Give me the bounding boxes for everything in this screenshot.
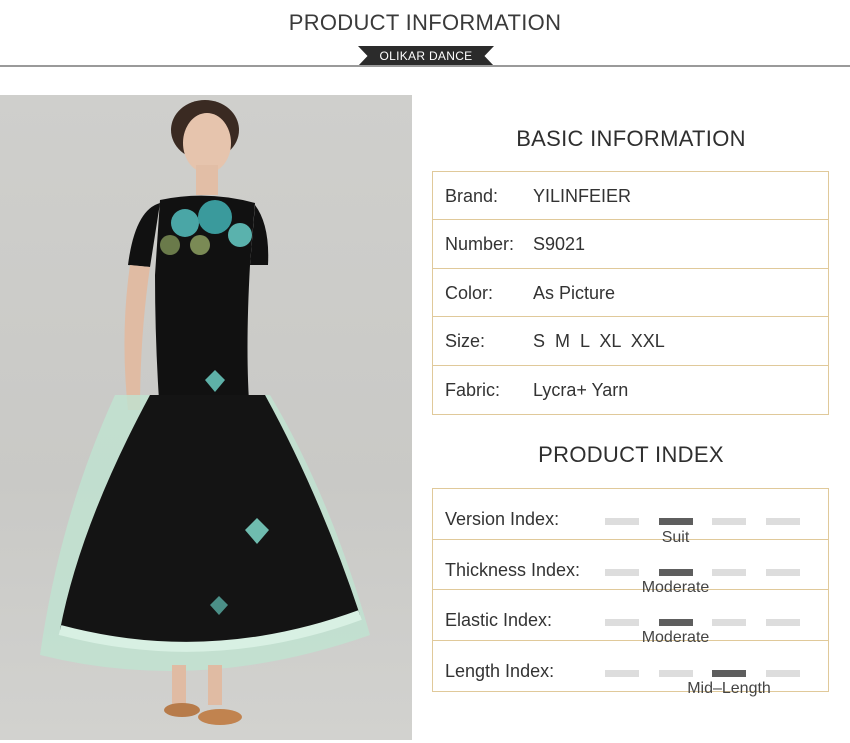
index-segment <box>712 619 746 626</box>
header-divider <box>0 65 850 67</box>
info-value: Lycra+ Yarn <box>533 379 629 400</box>
info-row: Size: S M L XL XXL <box>433 317 828 366</box>
info-label: Fabric: <box>445 379 501 400</box>
index-segment <box>765 568 800 576</box>
info-value: S M L XL XXL <box>533 331 665 352</box>
info-row: Color: As Picture <box>433 269 828 318</box>
info-label: Size: <box>445 331 486 352</box>
index-label: Length Index: <box>445 660 555 681</box>
header-title: PRODUCT INFORMATION <box>288 10 562 35</box>
index-segment <box>712 568 746 576</box>
index-segment-active <box>712 669 746 677</box>
info-label: Brand: <box>445 186 499 206</box>
index-segment <box>712 518 746 525</box>
index-segment <box>605 518 639 525</box>
info-row: Brand: YILINFEIER <box>433 172 828 221</box>
index-segment <box>658 669 693 677</box>
info-value: YILINFEIER <box>533 186 632 206</box>
index-scale <box>605 518 819 526</box>
basic-information-title: BASIC INFORMATION <box>516 126 746 151</box>
product-index-table: Version Index: Suit Thickness Index: Modera… <box>432 488 829 697</box>
product-photo <box>0 95 412 740</box>
index-row: Elastic Index: Moderate <box>433 590 828 646</box>
index-label: Elastic Index: <box>445 610 553 630</box>
info-label: Color: <box>445 282 494 303</box>
index-label: Thickness Index: <box>445 559 581 580</box>
index-row: Version Index: Suit <box>433 489 828 546</box>
index-segment <box>765 669 800 677</box>
index-segment <box>605 669 639 677</box>
index-segment <box>605 619 639 626</box>
index-segment-active <box>658 619 693 626</box>
index-segment-active <box>658 568 693 576</box>
index-segment-active <box>658 518 693 525</box>
index-segment <box>765 518 800 525</box>
index-scale <box>605 568 819 577</box>
info-label: Number: <box>445 234 515 255</box>
info-row: Fabric: Lycra+ Yarn <box>433 366 828 414</box>
index-scale <box>605 669 819 678</box>
info-value: S9021 <box>533 234 586 255</box>
index-row: Length Index: Mid–Length <box>433 641 828 697</box>
index-scale <box>605 619 819 627</box>
product-index-title: PRODUCT INDEX <box>538 442 724 467</box>
index-row: Thickness Index: Moderate <box>433 540 828 596</box>
brand-ribbon: OLIKAR DANCE <box>358 46 494 66</box>
basic-information-table: Brand: YILINFEIER Number: S9021 Color: As Pic… <box>432 171 829 415</box>
index-caption: Mid–Length <box>687 679 771 697</box>
brand-ribbon-label: OLIKAR DANCE <box>358 46 494 66</box>
info-value: As Picture <box>533 282 616 303</box>
index-segment <box>605 568 639 576</box>
info-row: Number: S9021 <box>433 220 828 269</box>
index-segment <box>765 619 800 626</box>
index-label: Version Index: <box>445 509 560 529</box>
